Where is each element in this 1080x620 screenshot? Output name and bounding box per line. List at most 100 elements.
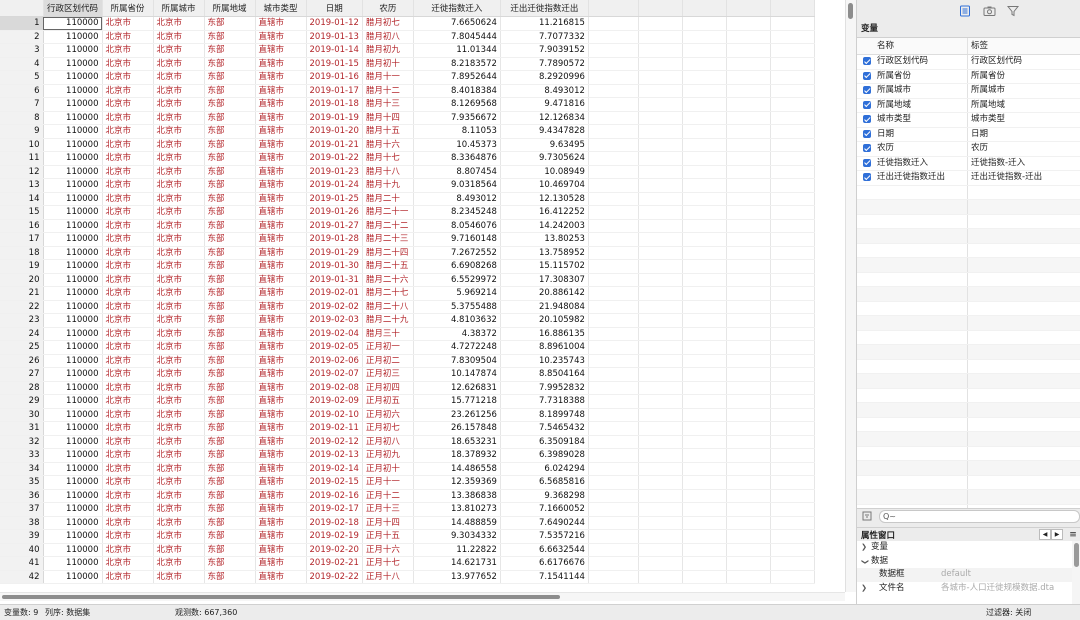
table-cell[interactable]: 直辖市 — [255, 57, 307, 71]
table-cell[interactable]: 东部 — [204, 124, 256, 139]
table-cell[interactable]: 110000 — [43, 286, 103, 301]
table-cell[interactable]: 东部 — [204, 340, 256, 355]
table-cell[interactable]: 直辖市 — [255, 286, 307, 301]
row-number[interactable]: 1 — [0, 16, 44, 31]
row-number[interactable]: 13 — [0, 178, 44, 193]
table-cell[interactable]: 北京市 — [153, 97, 205, 112]
table-cell[interactable]: 正月初一 — [362, 340, 414, 355]
table-row[interactable]: 37 110000 北京市 北京市 东部 直辖市 2019-02-17 正月十三 13.8102… — [0, 502, 815, 517]
checkbox-checked-icon[interactable] — [863, 115, 871, 123]
table-cell[interactable]: 8.2345248 — [413, 205, 501, 220]
column-header[interactable]: 日期 — [306, 0, 363, 17]
table-cell[interactable]: 17.308307 — [500, 273, 589, 287]
table-cell[interactable]: 直辖市 — [255, 84, 307, 98]
row-number[interactable]: 36 — [0, 489, 44, 503]
table-cell[interactable]: 东部 — [204, 516, 256, 530]
table-cell[interactable]: 7.1660052 — [500, 502, 589, 517]
table-cell[interactable]: 正月十八 — [362, 570, 414, 584]
column-header[interactable]: 农历 — [362, 0, 414, 17]
row-number[interactable]: 38 — [0, 516, 44, 530]
table-cell[interactable]: 110000 — [43, 300, 103, 314]
table-cell[interactable]: 直辖市 — [255, 165, 307, 179]
row-number[interactable]: 5 — [0, 70, 44, 85]
table-cell[interactable]: 东部 — [204, 111, 256, 125]
table-cell[interactable]: 北京市 — [102, 138, 154, 152]
table-cell[interactable]: 腊月十二 — [362, 84, 414, 98]
table-cell[interactable]: 东部 — [204, 381, 256, 395]
row-number[interactable]: 35 — [0, 475, 44, 490]
table-cell[interactable]: 8.4018384 — [413, 84, 501, 98]
table-cell[interactable]: 正月十五 — [362, 529, 414, 544]
table-cell[interactable]: 北京市 — [153, 435, 205, 449]
variable-row[interactable]: 所属省份 所属省份 — [857, 69, 1080, 84]
funnel-icon[interactable] — [861, 510, 873, 522]
table-cell[interactable]: 110000 — [43, 138, 103, 152]
table-cell[interactable]: 北京市 — [153, 286, 205, 301]
table-row[interactable]: 13 110000 北京市 北京市 东部 直辖市 2019-01-24 腊月十九 9.03185… — [0, 178, 815, 193]
table-cell[interactable]: 7.5357216 — [500, 529, 589, 544]
table-row[interactable]: 41 110000 北京市 北京市 东部 直辖市 2019-02-21 正月十七 14.6217… — [0, 556, 815, 571]
table-cell[interactable]: 北京市 — [102, 570, 154, 584]
table-cell[interactable]: 110000 — [43, 313, 103, 328]
row-number[interactable]: 26 — [0, 354, 44, 368]
table-cell[interactable]: 直辖市 — [255, 97, 307, 112]
table-cell[interactable]: 直辖市 — [255, 30, 307, 44]
data-grid[interactable]: 行政区划代码 所属省份 所属城市 所属地域 城市类型 日期 农历 迁徙指数迁入 迁出迁徙指数迁出… — [0, 0, 845, 592]
table-cell[interactable]: 26.157848 — [413, 421, 501, 436]
table-cell[interactable]: 直辖市 — [255, 408, 307, 422]
table-cell[interactable]: 北京市 — [102, 16, 154, 31]
table-cell[interactable]: 北京市 — [102, 354, 154, 368]
table-cell[interactable]: 北京市 — [153, 219, 205, 233]
table-cell[interactable]: 北京市 — [153, 138, 205, 152]
table-cell[interactable]: 110000 — [43, 111, 103, 125]
table-cell[interactable]: 腊月初七 — [362, 16, 414, 31]
table-row[interactable]: 40 110000 北京市 北京市 东部 直辖市 2019-02-20 正月十六 11.2282… — [0, 543, 815, 557]
row-number[interactable]: 7 — [0, 97, 44, 112]
table-cell[interactable]: 2019-01-21 — [306, 138, 363, 152]
table-cell[interactable]: 7.2672552 — [413, 246, 501, 260]
filter-icon[interactable] — [1006, 4, 1020, 18]
table-cell[interactable]: 正月初二 — [362, 354, 414, 368]
table-cell[interactable]: 6.3989028 — [500, 448, 589, 463]
table-cell[interactable]: 北京市 — [153, 367, 205, 382]
properties-section-variables[interactable]: ❯ 变量 — [857, 541, 1072, 555]
table-cell[interactable]: 北京市 — [153, 246, 205, 260]
table-cell[interactable]: 7.6650624 — [413, 16, 501, 31]
table-cell[interactable]: 110000 — [43, 448, 103, 463]
row-number[interactable]: 42 — [0, 570, 44, 584]
table-cell[interactable]: 北京市 — [102, 408, 154, 422]
table-cell[interactable]: 直辖市 — [255, 124, 307, 139]
table-cell[interactable]: 北京市 — [153, 327, 205, 341]
table-cell[interactable]: 5.3755488 — [413, 300, 501, 314]
table-cell[interactable]: 腊月十七 — [362, 151, 414, 166]
variable-row[interactable]: 日期 日期 — [857, 127, 1080, 142]
table-cell[interactable]: 正月十四 — [362, 516, 414, 530]
table-cell[interactable]: 北京市 — [102, 165, 154, 179]
table-cell[interactable]: 北京市 — [153, 340, 205, 355]
table-cell[interactable]: 北京市 — [102, 259, 154, 274]
table-cell[interactable]: 北京市 — [153, 205, 205, 220]
properties-scrollbar[interactable] — [1072, 541, 1080, 604]
table-cell[interactable]: 直辖市 — [255, 570, 307, 584]
table-cell[interactable]: 110000 — [43, 489, 103, 503]
variable-row[interactable]: 所属城市 所属城市 — [857, 84, 1080, 99]
table-cell[interactable]: 10.235743 — [500, 354, 589, 368]
table-cell[interactable]: 8.807454 — [413, 165, 501, 179]
checkbox-checked-icon[interactable] — [863, 57, 871, 65]
table-cell[interactable]: 直辖市 — [255, 529, 307, 544]
table-cell[interactable]: 12.130528 — [500, 192, 589, 206]
table-cell[interactable]: 9.4347828 — [500, 124, 589, 139]
table-cell[interactable]: 12.126834 — [500, 111, 589, 125]
table-cell[interactable]: 北京市 — [102, 448, 154, 463]
table-cell[interactable]: 东部 — [204, 70, 256, 85]
table-cell[interactable]: 腊月十九 — [362, 178, 414, 193]
table-cell[interactable]: 东部 — [204, 151, 256, 166]
table-cell[interactable]: 东部 — [204, 462, 256, 476]
table-cell[interactable]: 北京市 — [153, 475, 205, 490]
table-cell[interactable]: 2019-02-12 — [306, 435, 363, 449]
table-cell[interactable]: 北京市 — [102, 516, 154, 530]
table-row[interactable]: 23 110000 北京市 北京市 东部 直辖市 2019-02-03 腊月二十九 4.8103… — [0, 313, 815, 328]
row-number[interactable]: 40 — [0, 543, 44, 557]
table-cell[interactable]: 正月初四 — [362, 381, 414, 395]
table-cell[interactable]: 110000 — [43, 219, 103, 233]
